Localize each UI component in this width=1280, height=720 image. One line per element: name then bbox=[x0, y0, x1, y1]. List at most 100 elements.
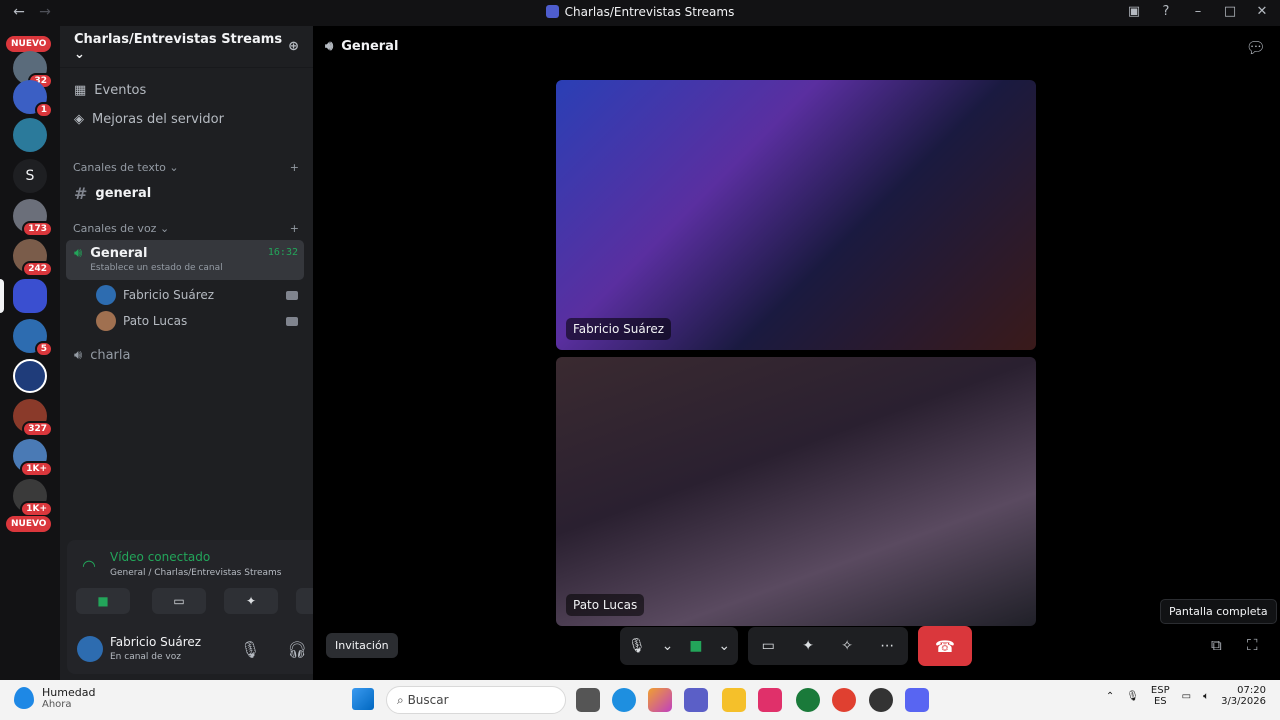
language-indicator[interactable]: ESP ES bbox=[1151, 685, 1170, 707]
system-tray: ⌃ 🎙︎ ESP ES ▭ 🔈︎ 07:20 3/3/2026 bbox=[1106, 685, 1266, 707]
search-icon: ⌕ bbox=[397, 693, 404, 707]
signal-icon: ◠ bbox=[82, 556, 96, 575]
server-item[interactable]: 173 bbox=[13, 199, 53, 237]
camera-button[interactable]: ■ bbox=[76, 588, 130, 614]
activities-icon[interactable]: ✦ bbox=[802, 638, 814, 654]
server-header[interactable]: Charlas/Entrevistas Streams ⌄ ⊕ bbox=[60, 26, 313, 68]
server-item[interactable]: S bbox=[13, 159, 47, 193]
server-item[interactable]: 242 bbox=[13, 239, 53, 277]
chevron-down-icon[interactable]: ⌄ bbox=[718, 638, 730, 654]
hang-up-button[interactable]: ☎ bbox=[918, 626, 972, 666]
weather-icon bbox=[14, 687, 34, 709]
video-camera-icon[interactable]: ■ bbox=[689, 638, 702, 654]
inbox-icon[interactable]: ▣ bbox=[1126, 4, 1142, 19]
fullscreen-icon[interactable]: ⛶ bbox=[1247, 636, 1258, 654]
server-item[interactable]: 1K+ bbox=[13, 479, 53, 517]
video-tile[interactable]: Pato Lucas bbox=[556, 357, 1036, 626]
channel-status[interactable]: Establece un estado de canal bbox=[90, 263, 222, 273]
boost-item[interactable]: ◈ Mejoras del servidor bbox=[74, 112, 224, 127]
server-item[interactable] bbox=[13, 359, 47, 393]
microphone-icon[interactable]: 🎙︎ bbox=[240, 640, 260, 659]
search-box[interactable]: ⌕ Buscar bbox=[386, 686, 566, 714]
edge-icon[interactable] bbox=[612, 688, 636, 712]
chevron-up-icon[interactable]: ⌃ bbox=[1106, 691, 1114, 702]
screen-share-icon[interactable]: ▭ bbox=[762, 638, 775, 654]
add-user-icon[interactable]: ⊕ bbox=[288, 39, 299, 54]
participant-name: Pato Lucas bbox=[566, 594, 645, 616]
close-icon[interactable]: ✕ bbox=[1254, 4, 1270, 19]
server-item[interactable]: 1 bbox=[13, 80, 53, 118]
help-icon[interactable]: ? bbox=[1158, 4, 1174, 19]
add-channel-icon[interactable]: + bbox=[290, 222, 299, 235]
avatar bbox=[96, 285, 116, 305]
volume-icon[interactable]: 🔈︎ bbox=[1203, 691, 1209, 702]
add-channel-icon[interactable]: + bbox=[290, 161, 299, 174]
activity-controls: ▭ ✦ ✧ ⋯ bbox=[748, 627, 908, 665]
video-tile[interactable]: Fabricio Suárez bbox=[556, 80, 1036, 350]
clock[interactable]: 07:20 3/3/2026 bbox=[1221, 685, 1266, 707]
invite-button[interactable]: Invitación bbox=[326, 633, 398, 658]
server-item[interactable] bbox=[13, 118, 47, 152]
server-item[interactable]: 5 bbox=[13, 319, 53, 357]
window-title: Charlas/Entrevistas Streams bbox=[0, 5, 1280, 19]
headphones-icon[interactable]: 🎧︎ bbox=[287, 640, 307, 659]
microphone-icon[interactable]: 🎙︎ bbox=[628, 638, 646, 654]
server-item[interactable]: 1K+ bbox=[13, 439, 53, 477]
media-controls: 🎙︎ ⌄ ■ ⌄ bbox=[620, 627, 738, 665]
voice-user[interactable]: Fabricio Suárez bbox=[96, 285, 298, 305]
channel-time: 16:32 bbox=[267, 247, 298, 258]
server-item-active[interactable] bbox=[13, 279, 47, 313]
maximize-icon[interactable]: □ bbox=[1222, 4, 1238, 19]
effects-icon[interactable]: ✧ bbox=[841, 638, 853, 654]
connection-location: General / Charlas/Entrevistas Streams bbox=[110, 568, 282, 578]
selected-server-indicator bbox=[0, 279, 4, 313]
chrome-icon[interactable] bbox=[832, 688, 856, 712]
weather-widget[interactable]: Humedad Ahora bbox=[14, 686, 95, 710]
calendar-icon: ▦ bbox=[74, 83, 87, 98]
hash-icon: # bbox=[74, 184, 88, 203]
start-icon[interactable] bbox=[352, 688, 374, 710]
screen-share-button[interactable]: ▭ bbox=[152, 588, 206, 614]
minimize-icon[interactable]: – bbox=[1190, 4, 1206, 19]
more-icon[interactable]: ⋯ bbox=[880, 638, 894, 654]
speaker-icon: 🔊︎ bbox=[74, 348, 83, 363]
server-icon bbox=[545, 5, 559, 18]
channel-sidebar: Charlas/Entrevistas Streams ⌄ ⊕ ▦ Eventos… bbox=[60, 26, 366, 680]
discord-icon[interactable] bbox=[905, 688, 929, 712]
voice-channel-charla[interactable]: 🔊︎ charla bbox=[66, 342, 304, 369]
chevron-down-icon[interactable]: ⌄ bbox=[662, 638, 674, 654]
events-item[interactable]: ▦ Eventos bbox=[74, 83, 146, 98]
app-icon[interactable] bbox=[869, 688, 893, 712]
new-badge: NUEVO bbox=[6, 36, 52, 52]
channel-general-text[interactable]: # general bbox=[66, 178, 304, 209]
chat-icon[interactable]: 💬︎ bbox=[1246, 38, 1266, 57]
server-item[interactable]: 327 bbox=[13, 399, 53, 437]
speaker-icon: 🔊︎ bbox=[74, 246, 83, 261]
app-icon[interactable] bbox=[758, 688, 782, 712]
phone-hangup-icon: ☎ bbox=[935, 636, 955, 656]
channel-header: 🔊︎ General bbox=[325, 39, 399, 54]
fullscreen-tooltip: Pantalla completa bbox=[1160, 599, 1277, 624]
file-explorer-icon[interactable] bbox=[722, 688, 746, 712]
new-badge: NUEVO bbox=[6, 516, 52, 532]
app-icon[interactable] bbox=[796, 688, 820, 712]
copilot-icon[interactable] bbox=[648, 688, 672, 712]
server-rail: NUEVO 32 1 S 173 242 5 327 1K+ 1K+ NUEVO bbox=[0, 26, 60, 680]
connection-status[interactable]: Vídeo conectado bbox=[110, 550, 210, 564]
popout-icon[interactable]: ⧉ bbox=[1211, 636, 1222, 654]
voice-user[interactable]: Pato Lucas bbox=[96, 311, 298, 331]
taskbar: Humedad Ahora ⌕ Buscar ⌃ 🎙︎ ESP ES ▭ 🔈︎ … bbox=[0, 680, 1280, 720]
activities-button[interactable]: ✦ bbox=[224, 588, 278, 614]
boost-icon: ◈ bbox=[74, 112, 84, 127]
avatar bbox=[96, 311, 116, 331]
speaker-icon: 🔊︎ bbox=[325, 39, 334, 54]
voice-channel-general[interactable]: 🔊︎ General Establece un estado de canal … bbox=[66, 240, 304, 280]
voice-category[interactable]: Canales de voz ⌄ + bbox=[73, 222, 299, 235]
microphone-icon[interactable]: 🎙︎ bbox=[1126, 691, 1139, 702]
participant-name: Fabricio Suárez bbox=[566, 318, 672, 340]
network-icon[interactable]: ▭ bbox=[1182, 691, 1191, 702]
teams-icon[interactable] bbox=[684, 688, 708, 712]
avatar[interactable] bbox=[77, 636, 103, 662]
text-category[interactable]: Canales de texto ⌄ + bbox=[73, 161, 299, 174]
taskview-icon[interactable] bbox=[576, 688, 600, 712]
